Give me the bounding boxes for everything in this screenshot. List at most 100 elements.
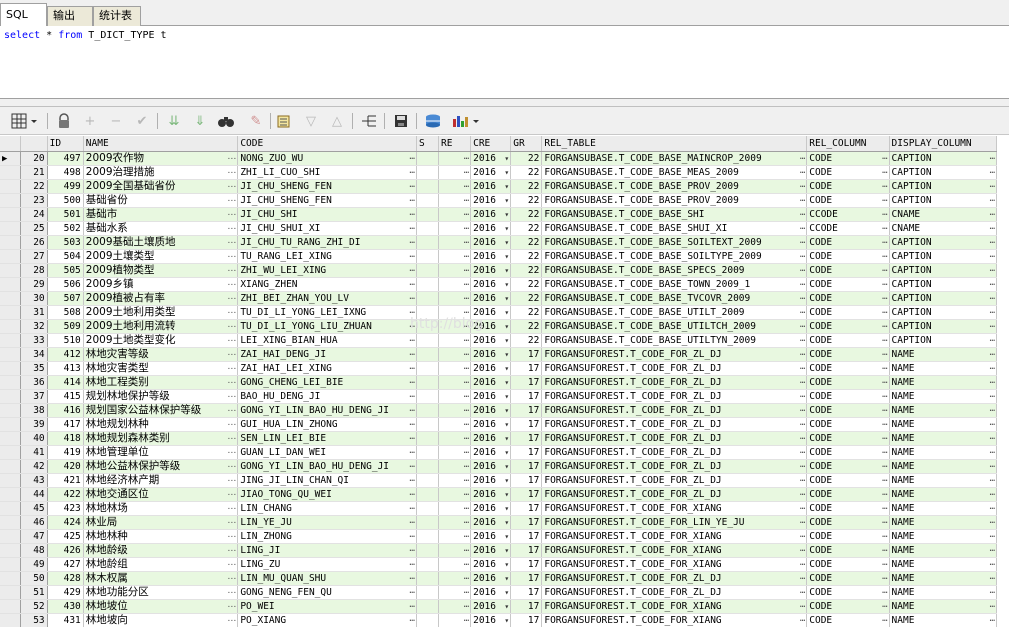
cell-s[interactable] <box>416 193 440 208</box>
cell-cre[interactable]: 2016 <box>470 487 512 502</box>
cell-gr[interactable]: 17 <box>510 347 543 362</box>
save-icon[interactable] <box>390 111 412 131</box>
cell-code[interactable]: LEI_XING_BIAN_HUA <box>237 333 417 348</box>
cell-display-column[interactable]: CAPTION <box>889 235 998 250</box>
tab-sql[interactable]: SQL <box>0 3 47 27</box>
cell-rel-table[interactable]: FORGANSUFOREST.T_CODE_FOR_ZL_DJ <box>541 403 808 418</box>
header-re[interactable]: RE <box>438 136 472 152</box>
cell-name[interactable]: 林地工程类别 <box>83 375 239 390</box>
cell-name[interactable]: 林地交通区位 <box>83 487 239 502</box>
cell-re[interactable] <box>438 235 472 250</box>
cell-rel-table[interactable]: FORGANSUBASE.T_CODE_BASE_SPECS_2009 <box>541 263 808 278</box>
cell-rel-table[interactable]: FORGANSUFOREST.T_CODE_FOR_ZL_DJ <box>541 473 808 488</box>
table-row[interactable]: 43421林地经济林产期JING_JI_LIN_CHAN_QI 201617FOR… <box>0 473 998 488</box>
cell-code[interactable]: ZHI_WU_LEI_XING <box>237 263 417 278</box>
cell-code[interactable]: ZAI_HAI_DENG_JI <box>237 347 417 362</box>
cell-gr[interactable]: 17 <box>510 571 543 586</box>
cell-display-column[interactable]: NAME <box>889 431 998 446</box>
cell-rel-table[interactable]: FORGANSUFOREST.T_CODE_FOR_ZL_DJ <box>541 445 808 460</box>
cell-re[interactable] <box>438 333 472 348</box>
cell-display-column[interactable]: NAME <box>889 529 998 544</box>
cell-name[interactable]: 基础水系 <box>83 221 239 236</box>
cell-id[interactable]: 503 <box>47 235 84 250</box>
cell-display-column[interactable]: CAPTION <box>889 305 998 320</box>
cell-display-column[interactable]: CAPTION <box>889 193 998 208</box>
cell-code[interactable]: ZHI_BEI_ZHAN_YOU_LV <box>237 291 417 306</box>
cell-code[interactable]: GUAN_LI_DAN_WEI <box>237 445 417 460</box>
cell-cre[interactable]: 2016 <box>470 319 512 334</box>
cell-cre[interactable]: 2016 <box>470 151 512 166</box>
cell-rel-table[interactable]: FORGANSUBASE.T_CODE_BASE_PROV_2009 <box>541 179 808 194</box>
table-row[interactable]: 37415规划林地保护等级BAO_HU_DENG_JI 201617FORGANS… <box>0 389 998 404</box>
cell-cre[interactable]: 2016 <box>470 263 512 278</box>
cell-name[interactable]: 基础市 <box>83 207 239 222</box>
cell-rel-table[interactable]: FORGANSUFOREST.T_CODE_FOR_XIANG <box>541 613 808 627</box>
cell-rel-column[interactable]: CODE <box>806 305 890 320</box>
cell-cre[interactable]: 2016 <box>470 179 512 194</box>
cell-s[interactable] <box>416 361 440 376</box>
cell-gr[interactable]: 17 <box>510 417 543 432</box>
cell-cre[interactable]: 2016 <box>470 501 512 516</box>
cell-rel-column[interactable]: CODE <box>806 571 890 586</box>
cell-cre[interactable]: 2016 <box>470 473 512 488</box>
cell-name[interactable]: 2009基础土壤质地 <box>83 235 239 250</box>
cell-gr[interactable]: 22 <box>510 235 543 250</box>
cell-code[interactable]: LING_JI <box>237 543 417 558</box>
cell-id[interactable]: 426 <box>47 543 84 558</box>
cell-s[interactable] <box>416 389 440 404</box>
cell-re[interactable] <box>438 375 472 390</box>
cell-gr[interactable]: 22 <box>510 319 543 334</box>
cell-id[interactable]: 418 <box>47 431 84 446</box>
table-row[interactable]: 46424林业局LIN_YE_JU 201617FORGANSUFOREST.T_… <box>0 515 998 530</box>
cell-display-column[interactable]: NAME <box>889 375 998 390</box>
cell-id[interactable]: 430 <box>47 599 84 614</box>
cell-id[interactable]: 501 <box>47 207 84 222</box>
tab-statistics[interactable]: 统计表 <box>93 6 141 26</box>
cell-cre[interactable]: 2016 <box>470 459 512 474</box>
table-row[interactable]: 49427林地龄组LING_ZU 201617FORGANSUFOREST.T_C… <box>0 557 998 572</box>
cell-id[interactable]: 510 <box>47 333 84 348</box>
tab-output[interactable]: 输出 <box>47 6 93 26</box>
cell-display-column[interactable]: NAME <box>889 403 998 418</box>
cell-re[interactable] <box>438 445 472 460</box>
cell-cre[interactable]: 2016 <box>470 403 512 418</box>
cell-code[interactable]: SEN_LIN_LEI_BIE <box>237 431 417 446</box>
splitter[interactable] <box>0 99 1009 107</box>
cell-rel-table[interactable]: FORGANSUFOREST.T_CODE_FOR_ZL_DJ <box>541 487 808 502</box>
cell-re[interactable] <box>438 529 472 544</box>
cell-cre[interactable]: 2016 <box>470 291 512 306</box>
cell-cre[interactable]: 2016 <box>470 613 512 627</box>
cell-code[interactable]: TU_RANG_LEI_XING <box>237 249 417 264</box>
cell-name[interactable]: 林地坡位 <box>83 599 239 614</box>
cell-gr[interactable]: 22 <box>510 151 543 166</box>
cell-re[interactable] <box>438 487 472 502</box>
cell-cre[interactable]: 2016 <box>470 249 512 264</box>
cell-code[interactable]: JIAO_TONG_QU_WEI <box>237 487 417 502</box>
add-record-icon[interactable]: + <box>79 111 101 131</box>
cell-rel-column[interactable]: CCODE <box>806 207 890 222</box>
cell-s[interactable] <box>416 613 440 627</box>
cell-rel-column[interactable]: CODE <box>806 151 890 166</box>
cell-cre[interactable]: 2016 <box>470 599 512 614</box>
cell-rel-table[interactable]: FORGANSUBASE.T_CODE_BASE_MEAS_2009 <box>541 165 808 180</box>
cell-gr[interactable]: 17 <box>510 585 543 600</box>
cell-code[interactable]: GONG_YI_LIN_BAO_HU_DENG_JI <box>237 459 417 474</box>
cell-s[interactable] <box>416 375 440 390</box>
cell-display-column[interactable]: NAME <box>889 361 998 376</box>
table-row[interactable]: 50428林木权属LIN_MU_QUAN_SHU 201617FORGANSUFO… <box>0 571 998 586</box>
cell-rel-table[interactable]: FORGANSUFOREST.T_CODE_FOR_ZL_DJ <box>541 431 808 446</box>
cell-name[interactable]: 林地坡向 <box>83 613 239 627</box>
cell-gr[interactable]: 17 <box>510 543 543 558</box>
cell-s[interactable] <box>416 557 440 572</box>
cell-name[interactable]: 林木权属 <box>83 571 239 586</box>
cell-id[interactable]: 422 <box>47 487 84 502</box>
cell-gr[interactable]: 17 <box>510 389 543 404</box>
cell-cre[interactable]: 2016 <box>470 235 512 250</box>
cell-rel-table[interactable]: FORGANSUFOREST.T_CODE_FOR_ZL_DJ <box>541 347 808 362</box>
cell-rel-column[interactable]: CODE <box>806 487 890 502</box>
cell-rel-column[interactable]: CODE <box>806 193 890 208</box>
cell-code[interactable]: JI_CHU_TU_RANG_ZHI_DI <box>237 235 417 250</box>
cell-display-column[interactable]: NAME <box>889 459 998 474</box>
sql-editor[interactable]: select * from T_DICT_TYPE t <box>0 26 1009 99</box>
cell-cre[interactable]: 2016 <box>470 207 512 222</box>
